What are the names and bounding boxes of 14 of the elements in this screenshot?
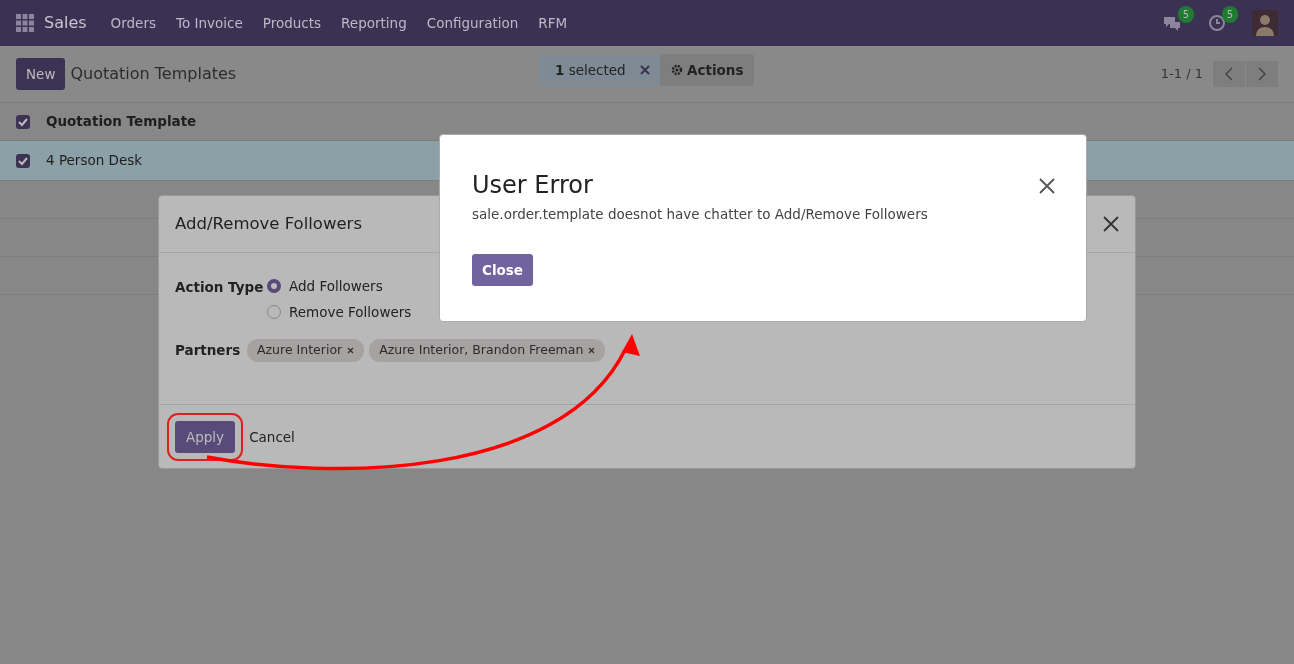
tag-label: Azure Interior, Brandon Freeman [379, 341, 584, 359]
notification-badge: 5 [1221, 6, 1238, 23]
page-title: Quotation Templates [70, 63, 237, 85]
error-message: sale.order.template doesnot have chatter to Add/Remove Followers [472, 204, 929, 224]
pager-value: 1-1 / 1 [1160, 65, 1203, 84]
tag-label: Azure Interior [257, 341, 343, 359]
dialog-title: Add/Remove Followers [175, 214, 362, 234]
field-label: Partners [175, 341, 242, 361]
table-cell-text: 4 Person Desk [46, 151, 143, 171]
selection-count: 1 selected [555, 60, 626, 80]
column-header: Quotation Template [46, 112, 197, 132]
field-label: Action Type [175, 278, 265, 297]
notification-badge: 5 [1177, 6, 1194, 23]
dialog-title: User Error [472, 171, 593, 200]
